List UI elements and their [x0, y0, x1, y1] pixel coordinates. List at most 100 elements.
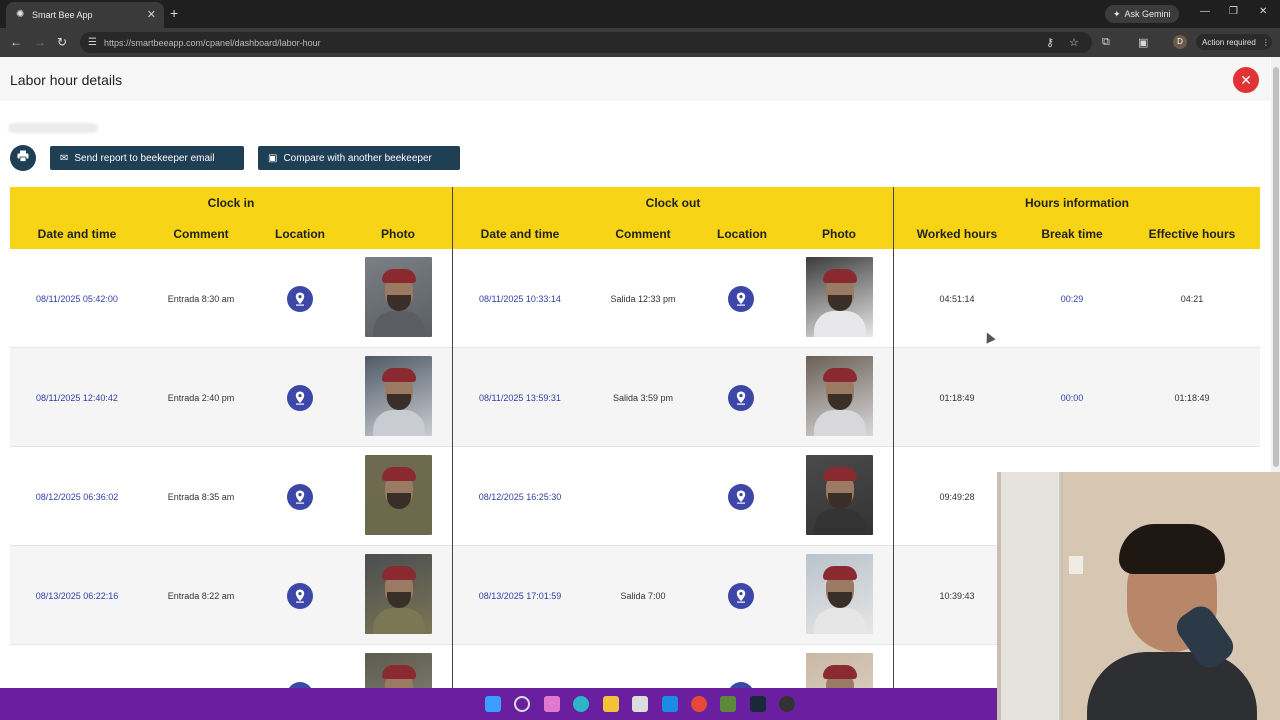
- obs-icon[interactable]: [779, 696, 795, 712]
- cell-break: 00:29: [1060, 294, 1084, 304]
- search-icon[interactable]: [514, 696, 530, 712]
- col-out-location: Location: [717, 227, 767, 241]
- extensions-icon[interactable]: ⧉: [1102, 36, 1110, 49]
- site-info-icon[interactable]: ☰: [88, 37, 97, 48]
- modal-header: Labor hour details ✕: [0, 57, 1270, 101]
- back-icon[interactable]: ←: [10, 35, 22, 49]
- location-pin-icon: [295, 292, 305, 306]
- cell-effective: 01:18:49: [1174, 393, 1210, 403]
- action-required-button[interactable]: Action required ⋮: [1196, 34, 1272, 50]
- col-effective-hours: Effective hours: [1148, 227, 1236, 241]
- cell-in-date: 08/11/2025 05:42:00: [36, 294, 118, 304]
- chrome-icon[interactable]: [691, 696, 707, 712]
- forward-icon[interactable]: →: [34, 35, 46, 49]
- col-in-location: Location: [275, 227, 325, 241]
- col-out-date: Date and time: [480, 227, 560, 241]
- cell-in-date: 08/11/2025 12:40:42: [36, 393, 118, 403]
- send-report-label: Send report to beekeeper email: [74, 152, 215, 164]
- beekeeper-name-blurred: [8, 123, 98, 133]
- presenter-hair: [1119, 524, 1225, 574]
- col-in-photo: Photo: [381, 227, 415, 241]
- location-pin-icon: [736, 391, 746, 405]
- cell-in-date: 08/12/2025 06:36:02: [35, 492, 119, 502]
- kebab-menu-icon: ⋮: [1261, 37, 1270, 47]
- table-row: 08/11/2025 05:42:00 Entrada 8:30 am 08/11/…: [10, 249, 1260, 348]
- windows-taskbar: [0, 688, 997, 720]
- url-text: https://smartbeeapp.com/cpanel/dashboard…: [104, 37, 321, 48]
- cell-break: 00:00: [1060, 393, 1084, 403]
- divider-clock-in: [452, 187, 453, 688]
- ask-gemini-button[interactable]: ✦ Ask Gemini: [1105, 5, 1179, 23]
- table-group-header: Clock in Clock out Hours information: [10, 187, 1260, 218]
- tab-title: Smart Bee App: [32, 10, 93, 20]
- edge-icon[interactable]: [573, 696, 589, 712]
- clock-in-photo[interactable]: [365, 257, 432, 337]
- clock-in-photo[interactable]: [365, 356, 432, 436]
- minecraft-icon[interactable]: [720, 696, 736, 712]
- send-report-button[interactable]: ✉ Send report to beekeeper email: [50, 146, 244, 170]
- clock-out-photo[interactable]: [806, 257, 873, 337]
- windows-start-icon[interactable]: [485, 696, 501, 712]
- location-pin-icon: [736, 490, 746, 504]
- cell-out-date: 08/13/2025 17:01:59: [478, 591, 562, 601]
- sidepanel-icon[interactable]: ▣: [1138, 36, 1148, 49]
- clock-in-location-button[interactable]: [287, 583, 313, 609]
- copilot-icon[interactable]: [544, 696, 560, 712]
- clock-out-location-button[interactable]: [728, 583, 754, 609]
- action-required-label: Action required: [1202, 37, 1256, 47]
- ask-gemini-label: Ask Gemini: [1124, 9, 1171, 19]
- tab-close-icon[interactable]: ✕: [147, 8, 156, 21]
- compare-beekeeper-button[interactable]: ▣ Compare with another beekeeper: [258, 146, 460, 170]
- col-break-time: Break time: [1041, 227, 1103, 241]
- clock-in-location-button[interactable]: [287, 286, 313, 312]
- reload-icon[interactable]: ↻: [57, 35, 67, 49]
- cell-out-date: 08/12/2025 16:25:30: [478, 492, 562, 502]
- password-key-icon[interactable]: ⚷: [1046, 36, 1054, 49]
- new-tab-button[interactable]: +: [170, 5, 178, 21]
- close-modal-button[interactable]: ✕: [1233, 67, 1259, 93]
- minimize-icon[interactable]: —: [1200, 6, 1210, 17]
- cell-in-date: 08/13/2025 06:22:16: [35, 591, 119, 601]
- cell-in-comment: Entrada 8:22 am: [167, 591, 235, 601]
- col-in-date: Date and time: [37, 227, 117, 241]
- profile-avatar[interactable]: D: [1173, 35, 1187, 49]
- scrollbar-thumb[interactable]: [1273, 67, 1279, 467]
- clock-out-photo[interactable]: [806, 653, 873, 688]
- clock-in-location-button[interactable]: [287, 385, 313, 411]
- clock-out-photo[interactable]: [806, 455, 873, 535]
- divider-clock-out: [893, 187, 894, 688]
- file-explorer-icon[interactable]: [603, 696, 619, 712]
- clock-out-location-button[interactable]: [728, 385, 754, 411]
- clock-in-photo[interactable]: [365, 455, 432, 535]
- clock-out-location-button[interactable]: [728, 286, 754, 312]
- location-pin-icon: [295, 589, 305, 603]
- col-out-photo: Photo: [822, 227, 856, 241]
- steam-icon[interactable]: [750, 696, 766, 712]
- clock-out-photo[interactable]: [806, 554, 873, 634]
- clock-in-location-button[interactable]: [287, 484, 313, 510]
- restore-icon[interactable]: ❐: [1229, 6, 1238, 17]
- clock-out-photo[interactable]: [806, 356, 873, 436]
- clock-in-photo[interactable]: [365, 653, 432, 688]
- store-icon[interactable]: [632, 696, 648, 712]
- cell-in-comment: Entrada 2:40 pm: [167, 393, 235, 403]
- cell-worked: 09:49:28: [939, 492, 975, 502]
- presenter-shirt: [1087, 652, 1257, 720]
- page-title: Labor hour details: [10, 72, 123, 88]
- bookmark-star-icon[interactable]: ☆: [1069, 36, 1079, 49]
- gemini-sparkle-icon: ✦: [1113, 8, 1121, 19]
- print-button[interactable]: [10, 145, 36, 171]
- window-close-icon[interactable]: ✕: [1259, 6, 1267, 17]
- col-in-comment: Comment: [173, 227, 229, 241]
- compare-label: Compare with another beekeeper: [283, 152, 432, 164]
- cell-effective: 04:21: [1180, 294, 1204, 304]
- clock-out-location-button[interactable]: [728, 484, 754, 510]
- address-bar[interactable]: ☰ https://smartbeeapp.com/cpanel/dashboa…: [80, 32, 1092, 53]
- mail-icon[interactable]: [662, 696, 678, 712]
- clock-in-photo[interactable]: [365, 554, 432, 634]
- cell-out-comment: Salida 7:00: [620, 591, 666, 601]
- webcam-overlay: [997, 472, 1280, 720]
- browser-tab[interactable]: ✺ Smart Bee App ✕: [6, 2, 164, 28]
- light-switch: [1069, 556, 1083, 574]
- table-column-header: Date and time Comment Location Photo Dat…: [10, 218, 1260, 249]
